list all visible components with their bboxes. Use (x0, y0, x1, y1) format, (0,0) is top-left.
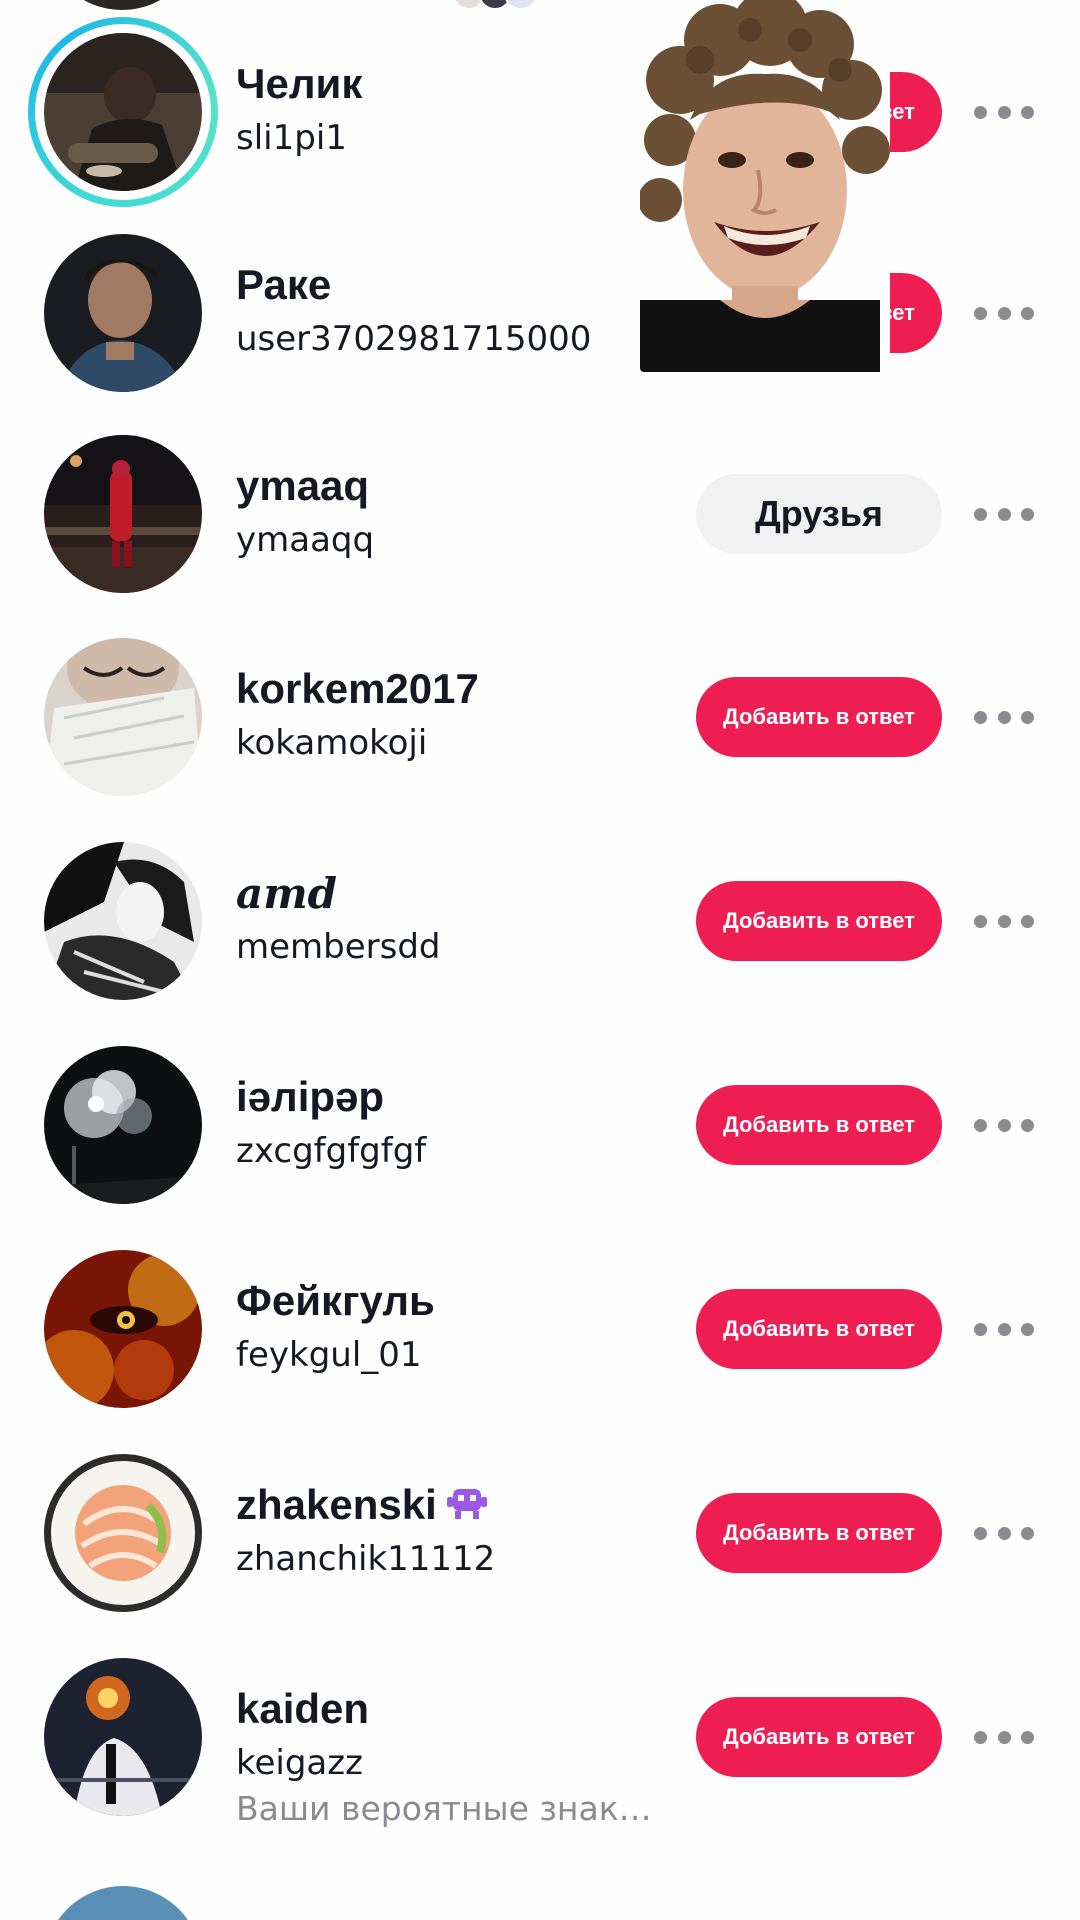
avatar-wrap[interactable] (44, 638, 202, 796)
avatar[interactable] (44, 842, 202, 1000)
display-name-text: zhakenski (236, 1481, 437, 1528)
friends-button[interactable]: Друзья (696, 474, 942, 554)
more-dots-icon[interactable] (974, 1109, 1034, 1141)
more-dots-icon[interactable] (974, 498, 1034, 530)
username: zhanchik11112 (236, 1539, 496, 1579)
avatar-wrap[interactable] (44, 1046, 202, 1204)
username: user3702981715000 (236, 319, 592, 359)
more-dots-icon[interactable] (974, 1313, 1034, 1345)
avatar-wrap[interactable] (44, 1250, 202, 1408)
display-name: korkem2017 (236, 665, 479, 712)
more-dots-icon[interactable] (974, 96, 1034, 128)
username: kokamokoji (236, 723, 428, 763)
add-to-reply-button[interactable]: Добавить в ответ (696, 1289, 942, 1369)
avatar-with-story[interactable] (28, 17, 218, 207)
avatar[interactable] (44, 1454, 202, 1612)
list-item[interactable]: korkem2017 kokamokoji Добавить в ответ (0, 613, 1080, 817)
display-name: Челик (236, 60, 363, 107)
display-name: kaiden (236, 1685, 370, 1732)
list-item[interactable]: zhakenski zhanchik11112 Добавить в ответ (0, 1429, 1080, 1633)
face-sticker-overlay[interactable] (640, 0, 890, 372)
avatar-wrap[interactable] (44, 842, 202, 1000)
more-dots-icon[interactable] (974, 1517, 1034, 1549)
suggestion-hint: Ваши вероятные знак… (236, 1789, 652, 1828)
username: zxcgfgfgfgf (236, 1131, 427, 1171)
list-item[interactable]: 𝒂𝒎𝒅 membersdd Добавить в ответ (0, 817, 1080, 1021)
avatar[interactable] (44, 435, 202, 593)
avatar[interactable] (44, 234, 202, 392)
add-to-reply-button[interactable]: Добавить в ответ (696, 1697, 942, 1777)
list-item[interactable]: iәлiрәр zxcgfgfgfgf Добавить в ответ (0, 1021, 1080, 1225)
display-name: ymaaq (236, 462, 370, 509)
list-item[interactable]: Челик sli1pi1 Добавить в ответ (0, 8, 1080, 212)
list-item[interactable]: Фейкгуль feykgul_01 Добавить в ответ (0, 1225, 1080, 1429)
avatar[interactable] (44, 1046, 202, 1204)
username: keigazz (236, 1743, 363, 1783)
list-item[interactable]: kaiden keigazz Ваши вероятные знак… Доба… (0, 1633, 1080, 1837)
avatar[interactable] (44, 638, 202, 796)
username: sli1pi1 (236, 118, 347, 158)
avatar-wrap[interactable] (44, 1454, 202, 1612)
display-name: Раке (236, 261, 332, 308)
add-to-reply-button[interactable]: Добавить в ответ (696, 881, 942, 961)
username: ymaaqq (236, 520, 375, 560)
screen: Челик sli1pi1 Добавить в ответ Раке user… (0, 0, 1080, 1920)
avatar[interactable] (44, 33, 202, 191)
add-to-reply-button[interactable]: Добавить в ответ (696, 677, 942, 757)
avatar[interactable] (44, 1658, 202, 1816)
more-dots-icon[interactable] (974, 701, 1034, 733)
avatar-wrap[interactable] (44, 435, 202, 593)
avatar-wrap[interactable] (44, 1658, 202, 1816)
more-dots-icon[interactable] (974, 905, 1034, 937)
display-name: Фейкгуль (236, 1277, 435, 1324)
add-to-reply-button[interactable]: Добавить в ответ (696, 1085, 942, 1165)
display-name: iәлiрәр (236, 1073, 385, 1120)
avatar-wrap[interactable] (44, 234, 202, 392)
more-dots-icon[interactable] (974, 297, 1034, 329)
list-item-partial-bottom[interactable] (44, 1886, 202, 1920)
purple-alien-icon (445, 1483, 489, 1533)
add-to-reply-button[interactable]: Добавить в ответ (696, 1493, 942, 1573)
list-item[interactable]: ymaaq ymaaqq Друзья (0, 410, 1080, 614)
username: feykgul_01 (236, 1335, 422, 1375)
display-name: 𝒂𝒎𝒅 (236, 869, 338, 918)
username: membersdd (236, 927, 441, 967)
display-name: zhakenski (236, 1481, 489, 1533)
more-dots-icon[interactable] (974, 1721, 1034, 1753)
avatar[interactable] (44, 1250, 202, 1408)
list-item[interactable]: Раке user3702981715000 Добавить в ответ (0, 209, 1080, 413)
